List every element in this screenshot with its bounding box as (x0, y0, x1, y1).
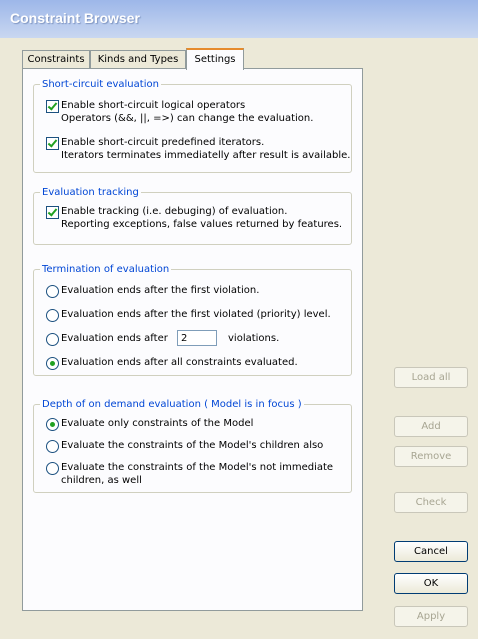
depth-not-immediate-radio[interactable] (46, 462, 59, 475)
short-circuit-operators-desc: Operators (&&, ||, =>) can change the ev… (61, 113, 314, 124)
tab-kinds-and-types[interactable]: Kinds and Types (90, 50, 186, 68)
tab-constraints[interactable]: Constraints (22, 50, 90, 68)
short-circuit-iterators-label: Enable short-circuit predefined iterator… (61, 137, 265, 148)
termination-group: Termination of evaluation Evaluation end… (33, 264, 352, 376)
ok-button[interactable]: OK (394, 573, 468, 594)
termination-after-n-suffix: violations. (228, 333, 280, 344)
cancel-button[interactable]: Cancel (394, 541, 468, 562)
short-circuit-iterators-checkbox[interactable] (46, 137, 59, 150)
window-title: Constraint Browser (10, 10, 140, 26)
violations-count-input[interactable]: 2 (177, 330, 217, 346)
enable-tracking-label: Enable tracking (i.e. debuging) of evalu… (61, 206, 288, 217)
termination-title: Termination of evaluation (42, 264, 170, 275)
depth-only-model-radio[interactable] (46, 418, 59, 431)
short-circuit-iterators-desc: Iterators terminates immediatelly after … (61, 150, 351, 161)
short-circuit-title: Short-circuit evaluation (42, 79, 159, 90)
remove-button[interactable]: Remove (394, 446, 468, 467)
short-circuit-group: Short-circuit evaluation Enable short-ci… (33, 79, 352, 173)
depth-title: Depth of on demand evaluation ( Model is… (42, 399, 302, 410)
termination-first-violation-radio[interactable] (46, 285, 59, 298)
termination-after-n-prefix: Evaluation ends after (61, 333, 168, 344)
evaluation-tracking-title: Evaluation tracking (42, 187, 139, 198)
load-all-button[interactable]: Load all (394, 367, 468, 388)
settings-panel: Short-circuit evaluation Enable short-ci… (22, 68, 363, 611)
evaluation-tracking-group: Evaluation tracking Enable tracking (i.e… (33, 187, 352, 245)
termination-after-n-radio[interactable] (46, 333, 59, 346)
depth-children-radio[interactable] (46, 440, 59, 453)
termination-all-constraints-label: Evaluation ends after all constraints ev… (61, 357, 298, 368)
enable-tracking-checkbox[interactable] (46, 206, 59, 219)
check-button[interactable]: Check (394, 492, 468, 513)
depth-group: Depth of on demand evaluation ( Model is… (33, 399, 352, 493)
short-circuit-operators-label: Enable short-circuit logical operators (61, 100, 246, 111)
depth-not-immediate-label-line1: Evaluate the constraints of the Model's … (61, 462, 334, 473)
depth-not-immediate-label-line2: children, as well (61, 475, 142, 486)
termination-first-violation-label: Evaluation ends after the first violatio… (61, 285, 260, 296)
termination-first-level-radio[interactable] (46, 309, 59, 322)
constraint-browser-window: Constraint Browser Constraints Kinds and… (0, 0, 478, 639)
termination-first-level-label: Evaluation ends after the first violated… (61, 309, 331, 320)
title-bar[interactable]: Constraint Browser (0, 0, 478, 38)
short-circuit-operators-checkbox[interactable] (46, 100, 59, 113)
apply-button[interactable]: Apply (394, 606, 468, 627)
enable-tracking-desc: Reporting exceptions, false values retur… (61, 219, 343, 230)
depth-only-model-label: Evaluate only constraints of the Model (61, 418, 254, 429)
termination-all-constraints-radio[interactable] (46, 357, 59, 370)
tab-settings[interactable]: Settings (186, 48, 244, 70)
depth-children-label: Evaluate the constraints of the Model's … (61, 440, 324, 451)
add-button[interactable]: Add (394, 416, 468, 437)
